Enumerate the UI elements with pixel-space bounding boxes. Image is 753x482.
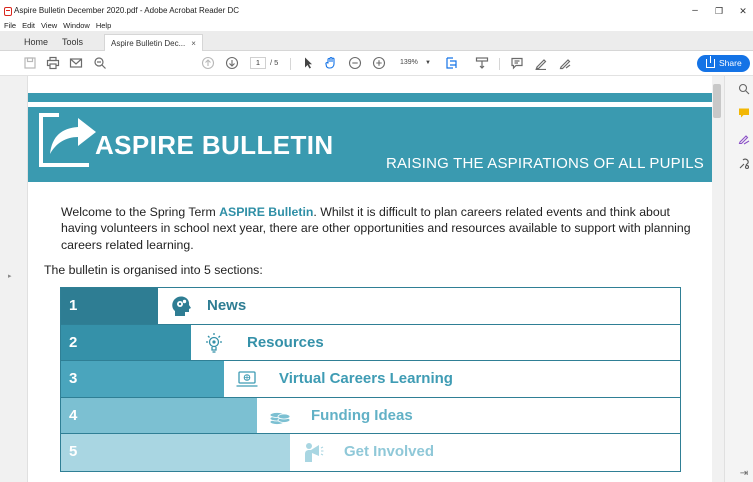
- tab-document[interactable]: Aspire Bulletin Dec... ×: [104, 34, 203, 51]
- intro-paragraph: Welcome to the Spring Term ASPIRE Bullet…: [61, 204, 691, 253]
- section-number: 2: [69, 333, 78, 351]
- share-label: Share: [719, 58, 742, 68]
- share-button[interactable]: Share: [697, 55, 750, 72]
- tab-document-label: Aspire Bulletin Dec...: [111, 39, 186, 48]
- search-icon[interactable]: [738, 83, 750, 95]
- menu-file[interactable]: File: [4, 20, 16, 31]
- more-tools-icon[interactable]: [738, 158, 750, 170]
- previous-page-icon[interactable]: [200, 55, 216, 71]
- highlight-pen-icon[interactable]: [533, 55, 549, 71]
- print-icon[interactable]: [45, 55, 61, 71]
- menu-edit[interactable]: Edit: [22, 20, 35, 31]
- intro-bold: ASPIRE Bulletin: [219, 205, 314, 219]
- section-number: 1: [69, 297, 78, 314]
- section-number: 5: [69, 443, 78, 460]
- speaker-icon: [305, 443, 324, 462]
- page-fit-icon[interactable]: [444, 55, 460, 71]
- close-window-button[interactable]: ✕: [735, 4, 751, 18]
- page-total: / 5: [270, 58, 279, 67]
- sections-table: 1 News 2 Resources 3 Virtual Careers Lea…: [60, 287, 681, 472]
- tab-home[interactable]: Home: [24, 34, 48, 51]
- section-fill: [61, 361, 224, 397]
- next-page-icon[interactable]: [224, 55, 240, 71]
- window-title: Aspire Bulletin December 2020.pdf - Adob…: [14, 6, 240, 15]
- section-number: 3: [69, 370, 78, 387]
- banner-subtitle: RAISING THE ASPIRATIONS OF ALL PUPILS: [385, 155, 704, 172]
- select-cursor-icon[interactable]: [300, 55, 316, 71]
- section-fill: [61, 324, 191, 360]
- zoom-out-icon[interactable]: [347, 55, 363, 71]
- hand-tool-icon[interactable]: [323, 55, 339, 71]
- banner-title: ASPIRE BULLETIN: [95, 130, 334, 160]
- email-icon[interactable]: [68, 55, 84, 71]
- pdf-page: ASPIRE BULLETIN RAISING THE ASPIRATIONS …: [28, 76, 712, 482]
- zoom-level-value: 139%: [400, 59, 418, 66]
- section-number: 4: [69, 406, 78, 424]
- section-row-resources[interactable]: 2 Resources: [61, 324, 680, 361]
- section-row-news[interactable]: 1 News: [61, 288, 680, 325]
- zoom-in-icon[interactable]: [371, 55, 387, 71]
- section-label: Virtual Careers Learning: [279, 370, 453, 387]
- menu-bar: File Edit View Window Help: [0, 20, 111, 31]
- section-row-virtual-careers[interactable]: 3 Virtual Careers Learning: [61, 361, 680, 398]
- title-bar: Aspire Bulletin December 2020.pdf - Adob…: [0, 0, 753, 21]
- zoom-search-icon[interactable]: [92, 55, 108, 71]
- lightbulb-icon: [206, 332, 222, 353]
- head-gears-icon: [172, 296, 191, 316]
- chevron-down-icon: ▼: [425, 60, 431, 66]
- toolbar-divider: [290, 58, 291, 70]
- expand-left-panel-icon[interactable]: ▸: [8, 272, 12, 280]
- tab-tools[interactable]: Tools: [62, 34, 83, 51]
- vertical-scrollbar-track[interactable]: [712, 76, 724, 482]
- toolbar-divider-2: [499, 58, 500, 70]
- share-icon: [706, 56, 715, 68]
- acrobat-logo-icon: [4, 7, 12, 16]
- acrobat-window: Aspire Bulletin December 2020.pdf - Adob…: [0, 0, 753, 482]
- comment-icon[interactable]: [509, 55, 525, 71]
- intro-prefix: Welcome to the Spring Term: [61, 205, 220, 219]
- section-label: Get Involved: [344, 443, 435, 460]
- menu-help[interactable]: Help: [96, 20, 111, 31]
- sections-intro: The bulletin is organised into 5 section…: [44, 263, 263, 277]
- page-number-input[interactable]: 1: [250, 57, 266, 69]
- section-row-get-involved[interactable]: 5 Get Involved: [61, 434, 680, 471]
- left-panel-toggle[interactable]: ▸: [0, 76, 28, 482]
- header-stripe: [28, 93, 712, 102]
- fill-sign-icon[interactable]: [557, 55, 573, 71]
- bulletin-banner: ASPIRE BULLETIN RAISING THE ASPIRATIONS …: [28, 107, 712, 182]
- section-label: Resources: [247, 333, 324, 351]
- zoom-level-select[interactable]: 139% ▼: [396, 56, 434, 70]
- scrolling-mode-icon[interactable]: [474, 55, 490, 71]
- expand-panel-icon[interactable]: ⇥: [738, 467, 750, 479]
- menu-window[interactable]: Window: [63, 20, 90, 31]
- minimize-button[interactable]: –: [687, 4, 703, 18]
- section-label: News: [207, 297, 247, 314]
- close-tab-icon[interactable]: ×: [191, 39, 196, 48]
- section-fill: [61, 434, 290, 471]
- fill-sign-tool-icon[interactable]: [738, 133, 750, 145]
- section-label: Funding Ideas: [311, 406, 413, 424]
- tab-bar: Home Tools Aspire Bulletin Dec... ×: [0, 31, 753, 51]
- section-row-funding[interactable]: 4 Funding Ideas: [61, 397, 680, 434]
- section-fill: [61, 397, 257, 433]
- save-icon[interactable]: [22, 55, 38, 71]
- laptop-icon: [236, 371, 258, 387]
- comment-tool-icon[interactable]: [738, 107, 750, 119]
- coins-icon: [269, 411, 291, 425]
- maximize-button[interactable]: ❐: [711, 4, 727, 18]
- vertical-scrollbar-thumb[interactable]: [713, 84, 721, 118]
- toolbar: 1 / 5 139% ▼: [0, 51, 753, 76]
- aspire-logo-arrow-icon: [50, 118, 96, 154]
- menu-view[interactable]: View: [41, 20, 57, 31]
